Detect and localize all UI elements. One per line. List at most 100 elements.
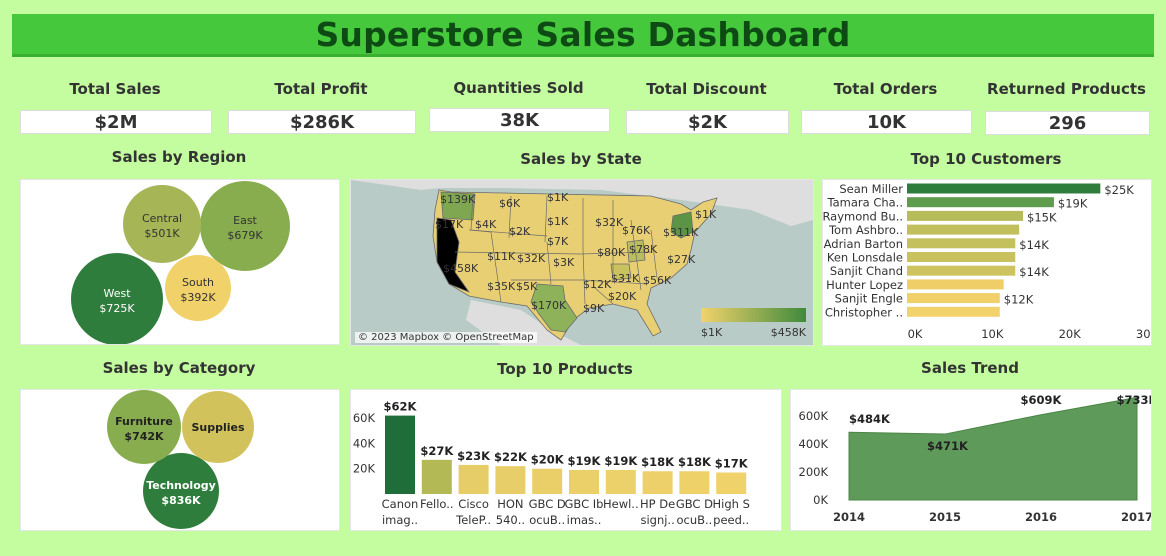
trend-data-label: $471K [927,439,969,453]
state-value-label: $1K [695,208,717,221]
customer-x-tick: 30K [1136,327,1151,341]
state-value-label: $32K [595,216,624,229]
region-bubble-chart: West $725K East $679K Central $501K South $392K [71,181,290,344]
product-category-label: ocuB.. [676,513,712,527]
bubble-value: $725K [99,302,135,315]
product-category-label: ocuB.. [529,513,565,527]
map-legend-bar [701,308,806,322]
bubble[interactable]: Furniture $742K [107,390,181,464]
trend-y-tick: 400K [799,437,829,451]
product-category-label: Cisco [458,497,489,511]
product-data-label: $27K [420,444,454,458]
product-category-label: peed.. [713,513,749,527]
customer-bar[interactable] [907,252,1016,262]
product-category-label: Hewl.. [603,497,639,511]
product-category-label: HON [497,497,523,511]
trend-x-tick: 2015 [929,510,961,524]
trend-x-tick: 2014 [833,510,865,524]
bubble[interactable]: Technology $836K [143,453,219,529]
product-bar[interactable] [569,469,599,494]
dashboard-title-bar: Superstore Sales Dashboard [12,14,1154,57]
product-category-label: High S [713,497,750,511]
state-map[interactable]: $139K $6K $1K $1K $17K $4K $32K $2K $1K $76K $311K… [351,180,813,345]
kpi-label: Total Sales [69,80,161,98]
kpi-label: Total Profit [274,80,368,98]
bubble-label: Furniture [115,415,173,428]
customer-data-label: $14K [1019,265,1049,279]
state-value-label: $2K [509,225,531,238]
customer-bar[interactable] [907,293,1000,304]
bubble-value: $679K [227,229,263,242]
customer-bar[interactable] [907,183,1101,194]
product-data-label: $19K [568,454,602,468]
product-data-label: $18K [641,455,675,469]
product-bar[interactable] [385,415,415,494]
kpi-value: $2K [626,110,789,134]
customer-name: Adrian Barton [824,237,903,251]
bubble[interactable]: Central $501K [123,185,201,263]
product-bar[interactable] [532,468,563,494]
state-value-label: $11K [487,250,516,263]
kpi-label: Total Discount [646,80,767,98]
bubble[interactable]: West $725K [71,253,163,344]
customer-bar[interactable] [907,224,1020,235]
state-value-label: $7K [547,235,569,248]
state-value-label: $9K [583,302,605,315]
product-data-label: $62K [384,400,418,414]
trend-y-tick: 600K [799,409,829,423]
customer-data-label: $19K [1058,197,1088,211]
customer-bar[interactable] [907,279,1004,290]
product-bar[interactable] [605,469,636,494]
trend-data-label: $484K [849,412,891,426]
product-data-label: $20K [531,453,565,467]
customer-bar[interactable] [907,238,1016,249]
state-value-label: $1K [547,215,569,228]
bubble[interactable]: South $392K [165,255,231,321]
bubble[interactable]: East $679K [200,181,290,271]
bubble-label: Technology [146,479,216,492]
product-category-label: GBC D [676,497,713,511]
product-bar[interactable] [458,464,489,494]
trend-area[interactable] [848,396,1138,501]
customer-bar[interactable] [907,210,1023,221]
product-bar[interactable] [495,466,526,494]
state-value-label: $80K [597,246,626,259]
customer-data-label: $14K [1019,238,1049,252]
kpi-value: $286K [228,110,416,134]
state-value-label: $76K [622,224,651,237]
customer-data-label: $12K [1004,293,1034,307]
state-map-panel[interactable]: $139K $6K $1K $1K $17K $4K $32K $2K $1K $76K $311K… [350,179,814,346]
bubble-label: West [103,287,131,300]
category-title: Sales by Category [102,359,256,377]
state-value-label: $6K [499,197,521,210]
kpi-value: 10K [801,110,972,134]
trend-title: Sales Trend [921,359,1019,377]
customer-bar[interactable] [907,197,1054,208]
customers-bar-chart: Sean Miller $25K Tamara Cha.. $19K Raymond B… [823,182,1151,341]
product-bar[interactable] [642,471,673,494]
kpi-value: 38K [429,108,610,132]
region-panel: West $725K East $679K Central $501K South $392K [20,179,340,345]
product-data-label: $19K [604,454,638,468]
customers-panel: Sean Miller $25K Tamara Cha.. $19K Raymond B… [822,179,1152,346]
product-bar[interactable] [679,471,710,494]
product-bar[interactable] [421,459,452,494]
kpi-label: Returned Products [987,80,1146,98]
bubble[interactable]: Supplies [182,391,254,463]
state-value-label: $32K [517,252,546,265]
kpi-value: 296 [985,111,1150,135]
state-value-label: $458K [443,262,479,275]
customer-name: Tamara Cha.. [826,196,903,210]
trend-x-tick: 2017 [1121,510,1151,524]
customers-title: Top 10 Customers [910,150,1062,168]
customer-name: Ken Lonsdale [827,251,903,265]
state-title: Sales by State [520,150,642,168]
products-bar-chart: 20K 40K 60K $62K Canon imag.. $27K Fello.. $23K C… [353,400,750,527]
state-value-label: $56K [643,274,672,287]
state-value-label: $20K [608,290,637,303]
map-legend-min: $1K [701,326,723,339]
customer-bar[interactable] [907,265,1016,276]
state-value-label: $5K [516,280,538,293]
product-bar[interactable] [716,472,747,495]
customer-bar[interactable] [907,306,1000,317]
